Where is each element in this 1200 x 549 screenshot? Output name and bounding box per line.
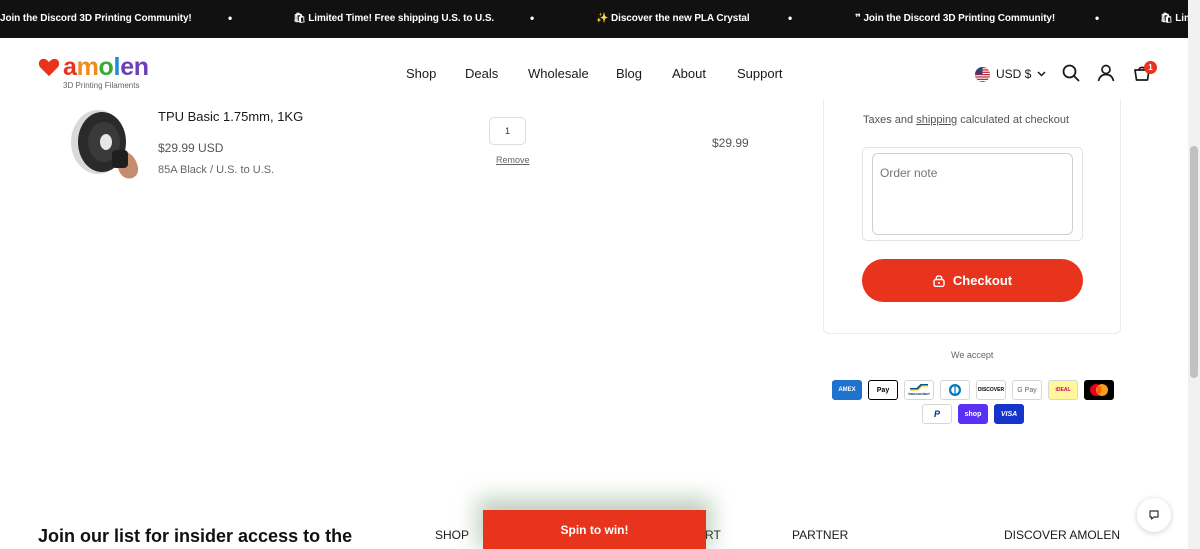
tax-shipping-note: Taxes and shipping calculated at checkou…: [863, 114, 1069, 126]
we-accept-label: We accept: [951, 350, 994, 360]
visa-label: VISA: [1000, 410, 1018, 418]
footer-column-discover[interactable]: DISCOVER AMOLEN: [1004, 528, 1120, 542]
footer-column-support[interactable]: RT: [705, 528, 721, 542]
product-price: $29.99 USD: [158, 141, 224, 155]
chat-button[interactable]: [1137, 498, 1171, 532]
shop-pay-label: shop: [964, 410, 982, 418]
tax-suffix: calculated at checkout: [957, 114, 1070, 126]
nav-about[interactable]: About: [672, 66, 706, 81]
account-icon[interactable]: [1096, 63, 1116, 83]
google-pay-icon: G Pay: [1012, 380, 1042, 400]
bancontact-icon: bancontact: [904, 380, 934, 400]
chat-bubble-icon: [1149, 510, 1159, 520]
announcement-separator: •: [1095, 11, 1100, 25]
bancontact-label: bancontact: [908, 391, 930, 396]
diners-mark: [949, 384, 961, 396]
product-image[interactable]: [66, 106, 144, 182]
nav-support[interactable]: Support: [737, 66, 783, 81]
announcement-message[interactable]: Join the Discord 3D Printing Community!: [0, 13, 192, 24]
order-note-container: [862, 147, 1083, 241]
ideal-icon: iDEAL: [1048, 380, 1078, 400]
nav-shop[interactable]: Shop: [406, 66, 436, 81]
currency-label: USD $: [996, 67, 1032, 81]
checkout-label: Checkout: [952, 273, 1013, 288]
ideal-label: iDEAL: [1055, 387, 1071, 393]
announcement-message[interactable]: 🛍 Limited Time! Free shipping U.S. to U.…: [293, 13, 494, 24]
announcement-message[interactable]: 🛍 Limi: [1160, 13, 1188, 24]
product-title[interactable]: TPU Basic 1.75mm, 1KG: [158, 109, 303, 124]
bancontact-mark: [910, 384, 928, 391]
announcement-separator: •: [788, 11, 793, 25]
google-pay-label: G Pay: [1017, 386, 1037, 394]
visa-icon: VISA: [994, 404, 1024, 424]
announcement-message[interactable]: ❞ Join the Discord 3D Printing Community…: [855, 13, 1055, 24]
paypal-icon: P: [922, 404, 952, 424]
spin-to-win-button[interactable]: Spin to win!: [483, 510, 706, 549]
currency-selector[interactable]: USD $: [975, 65, 1046, 83]
amex-icon: AMEX: [832, 380, 862, 400]
mastercard-icon: [1084, 380, 1114, 400]
nav-blog[interactable]: Blog: [616, 66, 642, 81]
paypal-label: P: [933, 409, 940, 419]
order-note-input[interactable]: [872, 153, 1073, 235]
lock-icon: [933, 275, 945, 287]
cart-count-badge: 1: [1144, 61, 1157, 74]
chevron-down-icon: [1037, 71, 1046, 77]
announcement-message[interactable]: ✨ Discover the new PLA Crystal: [596, 13, 750, 24]
apple-pay-icon: Pay: [868, 380, 898, 400]
nav-deals[interactable]: Deals: [465, 66, 498, 81]
shipping-link[interactable]: shipping: [916, 114, 957, 126]
us-flag-icon: [975, 66, 990, 82]
announcement-separator: •: [228, 11, 233, 25]
footer-column-partner[interactable]: PARTNER: [792, 528, 848, 542]
line-total: $29.99: [712, 136, 749, 150]
remove-item-link[interactable]: Remove: [496, 155, 530, 165]
quantity-input[interactable]: 1: [489, 117, 526, 145]
announcement-bar: Join the Discord 3D Printing Community! …: [0, 0, 1188, 38]
discover-label: DISCOVER: [977, 387, 1005, 393]
search-icon[interactable]: [1061, 63, 1081, 83]
discover-icon: DISCOVER: [976, 380, 1006, 400]
newsletter-heading: Join our list for insider access to the: [38, 526, 353, 546]
page: Join the Discord 3D Printing Community! …: [0, 0, 1200, 549]
shop-pay-icon: shop: [958, 404, 988, 424]
apple-pay-label: Pay: [876, 386, 890, 394]
logo-wordmark: amolen: [63, 53, 149, 81]
scrollbar-thumb[interactable]: [1190, 146, 1198, 378]
logo-tagline: 3D Printing Filaments: [63, 81, 140, 90]
heart-logo-icon: [38, 58, 60, 77]
mastercard-mark: [1090, 384, 1108, 396]
nav-wholesale[interactable]: Wholesale: [528, 66, 589, 81]
diners-club-icon: [940, 380, 970, 400]
site-logo[interactable]: amolen 3D Printing Filaments: [38, 53, 168, 95]
checkout-button[interactable]: Checkout: [862, 259, 1083, 302]
tax-prefix: Taxes and: [863, 114, 917, 126]
product-variant: 85A Black / U.S. to U.S.: [158, 164, 275, 176]
announcement-separator: •: [530, 11, 535, 25]
footer-column-shop[interactable]: SHOP: [435, 528, 469, 542]
